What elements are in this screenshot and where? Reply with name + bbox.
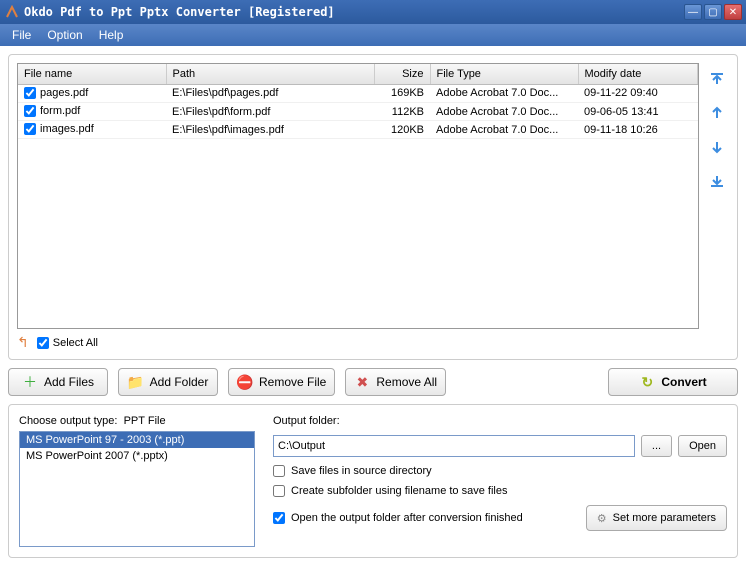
close-button[interactable]: ✕ — [724, 4, 742, 20]
file-modify: 09-11-18 10:26 — [578, 121, 698, 139]
add-files-button[interactable]: ＋ Add Files — [8, 368, 108, 396]
open-after-label: Open the output folder after conversion … — [291, 512, 523, 524]
selectall-checkbox[interactable] — [37, 337, 49, 349]
col-header-type[interactable]: File Type — [430, 64, 578, 84]
reorder-controls — [705, 63, 729, 329]
remove-file-label: Remove File — [259, 375, 326, 389]
titlebar: Okdo Pdf to Ppt Pptx Converter [Register… — [0, 0, 746, 24]
save-source-checkbox[interactable] — [273, 465, 285, 477]
open-after-checkbox[interactable] — [273, 512, 285, 524]
add-files-label: Add Files — [44, 375, 94, 389]
file-size: 120KB — [374, 121, 430, 139]
app-icon — [4, 4, 20, 20]
table-row[interactable]: form.pdf E:\Files\pdf\form.pdf 112KB Ado… — [18, 103, 698, 121]
file-type: Adobe Acrobat 7.0 Doc... — [430, 84, 578, 103]
filelist[interactable]: File name Path Size File Type Modify dat… — [17, 63, 699, 329]
titlebar-text: Okdo Pdf to Ppt Pptx Converter [Register… — [24, 5, 684, 19]
file-path: E:\Files\pdf\pages.pdf — [166, 84, 374, 103]
file-modify: 09-06-05 13:41 — [578, 103, 698, 121]
move-bottom-icon[interactable] — [707, 173, 727, 189]
menu-help[interactable]: Help — [93, 26, 130, 44]
x-icon: ✖ — [354, 374, 370, 390]
listbox-item-pptx[interactable]: MS PowerPoint 2007 (*.pptx) — [20, 448, 254, 464]
filelist-panel: File name Path Size File Type Modify dat… — [8, 54, 738, 360]
open-folder-button[interactable]: Open — [678, 435, 727, 457]
output-type-listbox[interactable]: MS PowerPoint 97 - 2003 (*.ppt) MS Power… — [19, 431, 255, 547]
row-checkbox[interactable] — [24, 105, 36, 117]
plus-icon: ＋ — [22, 374, 38, 390]
menubar: File Option Help — [0, 24, 746, 46]
table-row[interactable]: pages.pdf E:\Files\pdf\pages.pdf 169KB A… — [18, 84, 698, 103]
action-buttons: ＋ Add Files 📁 Add Folder ⛔ Remove File ✖ Rem… — [8, 368, 738, 396]
file-name: images.pdf — [40, 123, 94, 135]
file-type: Adobe Acrobat 7.0 Doc... — [430, 103, 578, 121]
maximize-button[interactable]: ▢ — [704, 4, 722, 20]
file-size: 112KB — [374, 103, 430, 121]
remove-all-label: Remove All — [376, 375, 437, 389]
listbox-item-ppt[interactable]: MS PowerPoint 97 - 2003 (*.ppt) — [20, 432, 254, 448]
col-header-size[interactable]: Size — [374, 64, 430, 84]
col-header-name[interactable]: File name — [18, 64, 166, 84]
subfolder-checkbox[interactable] — [273, 485, 285, 497]
table-row[interactable]: images.pdf E:\Files\pdf\images.pdf 120KB… — [18, 121, 698, 139]
output-type-label: Choose output type: PPT File — [19, 415, 255, 427]
file-size: 169KB — [374, 84, 430, 103]
folder-icon: 📁 — [128, 374, 144, 390]
minus-icon: ⛔ — [237, 374, 253, 390]
up-folder-icon[interactable]: ↰ — [17, 334, 29, 351]
move-down-icon[interactable] — [707, 139, 727, 155]
output-panel: Choose output type: PPT File MS PowerPoi… — [8, 404, 738, 558]
file-path: E:\Files\pdf\images.pdf — [166, 121, 374, 139]
remove-all-button[interactable]: ✖ Remove All — [345, 368, 446, 396]
col-header-modify[interactable]: Modify date — [578, 64, 698, 84]
move-top-icon[interactable] — [707, 71, 727, 87]
output-folder-label: Output folder: — [273, 415, 727, 427]
subfolder-label: Create subfolder using filename to save … — [291, 485, 507, 497]
convert-icon: ↻ — [639, 374, 655, 390]
minimize-button[interactable]: — — [684, 4, 702, 20]
selectall-label: Select All — [53, 337, 98, 349]
file-modify: 09-11-22 09:40 — [578, 84, 698, 103]
convert-button[interactable]: ↻ Convert — [608, 368, 738, 396]
set-more-label: Set more parameters — [613, 512, 716, 524]
remove-file-button[interactable]: ⛔ Remove File — [228, 368, 335, 396]
file-type: Adobe Acrobat 7.0 Doc... — [430, 121, 578, 139]
file-name: form.pdf — [40, 105, 80, 117]
col-header-path[interactable]: Path — [166, 64, 374, 84]
browse-button[interactable]: ... — [641, 435, 672, 457]
set-more-parameters-button[interactable]: ⚙ Set more parameters — [586, 505, 727, 531]
menu-file[interactable]: File — [6, 26, 37, 44]
gear-icon: ⚙ — [597, 512, 607, 525]
convert-label: Convert — [661, 375, 706, 389]
add-folder-button[interactable]: 📁 Add Folder — [118, 368, 218, 396]
output-folder-input[interactable] — [273, 435, 635, 457]
save-source-label: Save files in source directory — [291, 465, 432, 477]
file-path: E:\Files\pdf\form.pdf — [166, 103, 374, 121]
row-checkbox[interactable] — [24, 87, 36, 99]
move-up-icon[interactable] — [707, 105, 727, 121]
menu-option[interactable]: Option — [41, 26, 88, 44]
add-folder-label: Add Folder — [150, 375, 209, 389]
row-checkbox[interactable] — [24, 123, 36, 135]
file-name: pages.pdf — [40, 87, 88, 99]
